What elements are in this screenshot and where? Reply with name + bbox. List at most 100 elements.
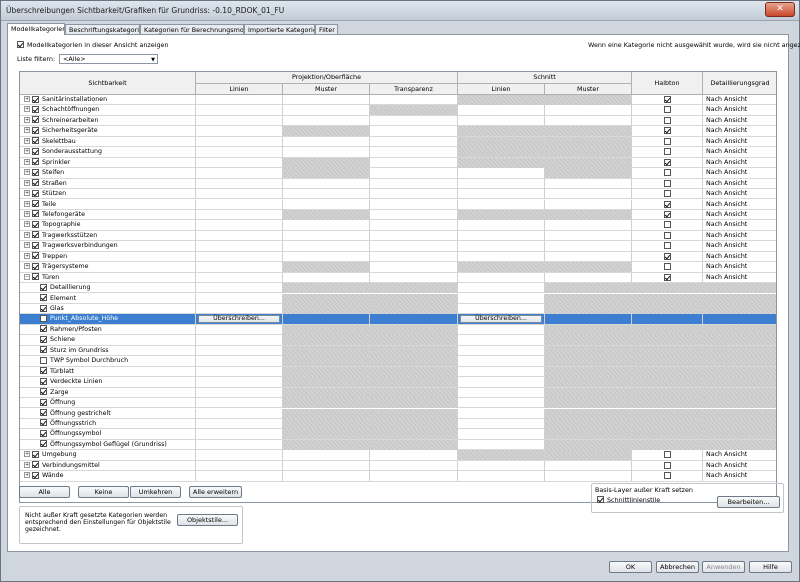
projection-pattern-cell[interactable]	[283, 471, 370, 482]
collapse-icon[interactable]: −	[24, 273, 30, 280]
detail-level-cell[interactable]	[703, 439, 776, 450]
expand-icon[interactable]: +	[24, 106, 30, 113]
halftone-checkbox[interactable]	[664, 263, 671, 271]
projection-lines-cell[interactable]	[196, 157, 283, 168]
halftone-cell[interactable]	[632, 314, 703, 325]
expand-icon[interactable]: +	[24, 96, 30, 102]
projection-transparency-cell[interactable]	[370, 314, 458, 325]
detail-level-cell[interactable]: Nach Ansicht	[703, 220, 776, 230]
halftone-cell[interactable]	[632, 408, 703, 419]
expand-icon[interactable]: +	[24, 231, 30, 238]
projection-transparency-cell[interactable]	[370, 251, 458, 262]
cut-pattern-cell[interactable]	[545, 283, 632, 294]
projection-lines-cell[interactable]	[196, 168, 283, 179]
invert-button[interactable]: Umkehren	[130, 486, 181, 498]
halftone-cell[interactable]	[632, 157, 703, 168]
projection-lines-cell[interactable]	[196, 115, 283, 126]
visibility-checkbox[interactable]	[32, 105, 39, 113]
visibility-checkbox[interactable]	[40, 409, 47, 416]
detail-level-cell[interactable]: Nach Ansicht	[703, 126, 776, 136]
cut-pattern-cell[interactable]	[545, 272, 632, 283]
visibility-checkbox[interactable]	[40, 346, 47, 354]
projection-lines-cell[interactable]	[196, 387, 283, 398]
cut-lines-cell[interactable]	[458, 335, 545, 346]
select-none-button[interactable]: Keine	[78, 486, 129, 498]
detail-level-cell[interactable]	[703, 366, 776, 377]
projection-lines-cell[interactable]	[196, 429, 283, 440]
projection-lines-cell[interactable]	[196, 377, 283, 388]
cut-lines-cell[interactable]	[458, 429, 545, 440]
halftone-cell[interactable]	[632, 220, 703, 231]
visibility-checkbox[interactable]	[32, 168, 39, 176]
projection-pattern-cell[interactable]	[283, 95, 370, 105]
expand-icon[interactable]: +	[24, 127, 30, 134]
cut-pattern-cell[interactable]	[545, 335, 632, 346]
cut-pattern-cell[interactable]	[545, 429, 632, 440]
expand-icon[interactable]: +	[24, 116, 30, 123]
projection-transparency-cell[interactable]	[370, 324, 458, 335]
cancel-button[interactable]: Abbrechen	[656, 561, 699, 573]
halftone-cell[interactable]	[632, 178, 703, 189]
projection-pattern-cell[interactable]	[283, 335, 370, 346]
projection-lines-cell[interactable]	[196, 189, 283, 200]
cut-pattern-cell[interactable]	[545, 460, 632, 471]
projection-transparency-cell[interactable]	[370, 209, 458, 220]
visibility-checkbox[interactable]	[32, 262, 39, 270]
override-projection-lines-button[interactable]: Überschreiben...	[198, 315, 280, 324]
detail-level-cell[interactable]: Nach Ansicht	[703, 273, 776, 283]
expand-icon[interactable]: +	[24, 263, 30, 270]
projection-pattern-cell[interactable]	[283, 220, 370, 231]
cut-lines-cell[interactable]	[458, 356, 545, 367]
projection-lines-cell[interactable]	[196, 408, 283, 419]
halftone-cell[interactable]	[632, 136, 703, 147]
detail-level-cell[interactable]	[703, 356, 776, 367]
cut-pattern-cell[interactable]	[545, 126, 632, 137]
apply-button[interactable]: Anwenden	[702, 561, 745, 573]
projection-lines-cell[interactable]	[196, 220, 283, 231]
show-categories-checkbox[interactable]	[17, 41, 24, 48]
cut-lines-cell[interactable]	[458, 105, 545, 116]
detail-level-cell[interactable]	[703, 293, 776, 304]
table-row[interactable]: + Sicherheitsgeräte Nach Ansicht	[20, 126, 776, 137]
cut-pattern-cell[interactable]	[545, 95, 632, 105]
cut-pattern-cell[interactable]	[545, 471, 632, 482]
projection-pattern-cell[interactable]	[283, 157, 370, 168]
projection-transparency-cell[interactable]	[370, 387, 458, 398]
cut-pattern-cell[interactable]	[545, 293, 632, 304]
visibility-checkbox[interactable]	[40, 398, 47, 406]
visibility-checkbox[interactable]	[32, 126, 39, 134]
cut-lines-cell[interactable]	[458, 418, 545, 429]
cut-lines-cell[interactable]	[458, 147, 545, 158]
cut-lines-cell[interactable]	[458, 377, 545, 388]
expand-all-button[interactable]: Alle erweitern	[189, 486, 242, 498]
detail-level-cell[interactable]: Nach Ansicht	[703, 210, 776, 220]
cut-lines-cell[interactable]	[458, 398, 545, 409]
projection-pattern-cell[interactable]	[283, 314, 370, 325]
visibility-checkbox[interactable]	[32, 95, 39, 103]
projection-transparency-cell[interactable]	[370, 460, 458, 471]
projection-transparency-cell[interactable]	[370, 418, 458, 429]
detail-level-cell[interactable]	[703, 377, 776, 388]
cut-lines-cell[interactable]	[458, 272, 545, 283]
cut-pattern-cell[interactable]	[545, 450, 632, 461]
cut-lines-cell[interactable]	[458, 471, 545, 482]
cut-pattern-cell[interactable]	[545, 105, 632, 116]
halftone-checkbox[interactable]	[664, 210, 671, 218]
cut-pattern-cell[interactable]	[545, 356, 632, 367]
table-row[interactable]: + Tragwerksstützen Nach Ansicht	[20, 230, 776, 242]
table-row[interactable]: + Schachtöffnungen Nach Ansicht	[20, 105, 776, 116]
projection-transparency-cell[interactable]	[370, 168, 458, 179]
select-all-button[interactable]: Alle	[19, 486, 70, 498]
halftone-cell[interactable]	[632, 324, 703, 335]
table-row[interactable]: + Teile Nach Ansicht	[20, 199, 776, 210]
projection-pattern-cell[interactable]	[283, 178, 370, 189]
cut-pattern-cell[interactable]	[545, 314, 632, 325]
detail-level-cell[interactable]: Nach Ansicht	[703, 450, 776, 460]
cut-pattern-cell[interactable]	[545, 168, 632, 179]
halftone-checkbox[interactable]	[664, 451, 671, 459]
table-row[interactable]: + Umgebung Nach Ansicht	[20, 450, 776, 461]
halftone-cell[interactable]	[632, 450, 703, 461]
detail-level-cell[interactable]	[703, 335, 776, 346]
projection-pattern-cell[interactable]	[283, 199, 370, 210]
expand-icon[interactable]: +	[24, 190, 30, 197]
